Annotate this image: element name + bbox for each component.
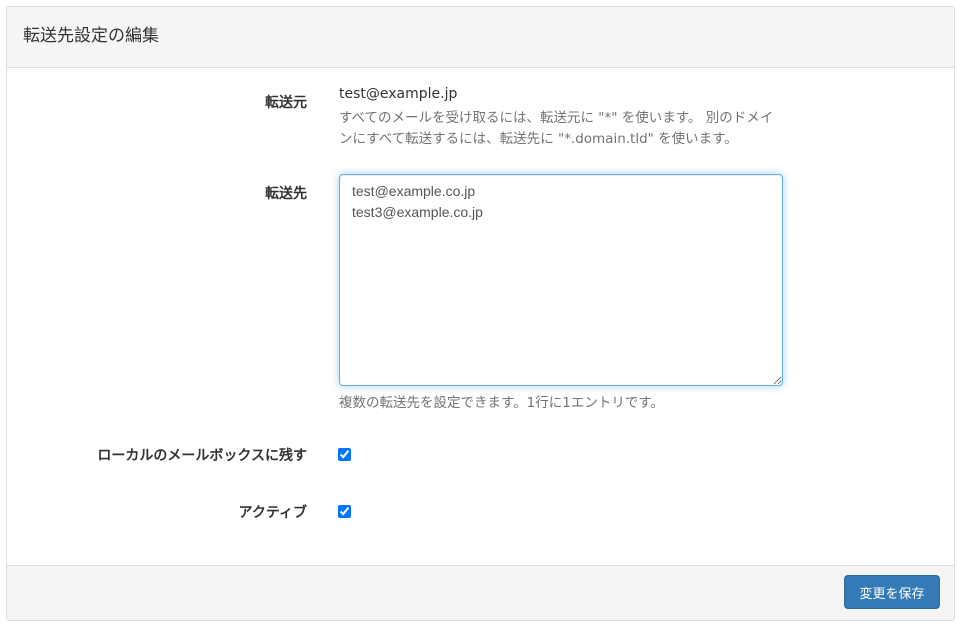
destination-label: 転送先 (265, 186, 307, 202)
save-button[interactable]: 変更を保存 (844, 575, 940, 609)
destination-textarea[interactable] (339, 174, 783, 386)
keep-local-checkbox[interactable] (338, 448, 351, 461)
keep-local-label: ローカルのメールボックスに残す (97, 448, 307, 464)
panel-title: 転送先設定の編集 (7, 7, 954, 68)
source-label: 転送元 (265, 95, 307, 111)
source-help-text: すべてのメールを受け取るには、転送元に "*" を使います。 別のドメインにすべ… (339, 110, 774, 147)
destination-help-text: 複数の転送先を設定できます。1行に1エントリです。 (339, 395, 664, 411)
active-label: アクティブ (238, 505, 307, 521)
edit-forwarding-panel: 転送先設定の編集 転送元 test@example.jp すべてのメールを受け取… (6, 6, 955, 621)
source-value: test@example.jp (339, 86, 458, 102)
panel-footer: 変更を保存 (7, 565, 954, 620)
active-checkbox[interactable] (338, 505, 351, 518)
